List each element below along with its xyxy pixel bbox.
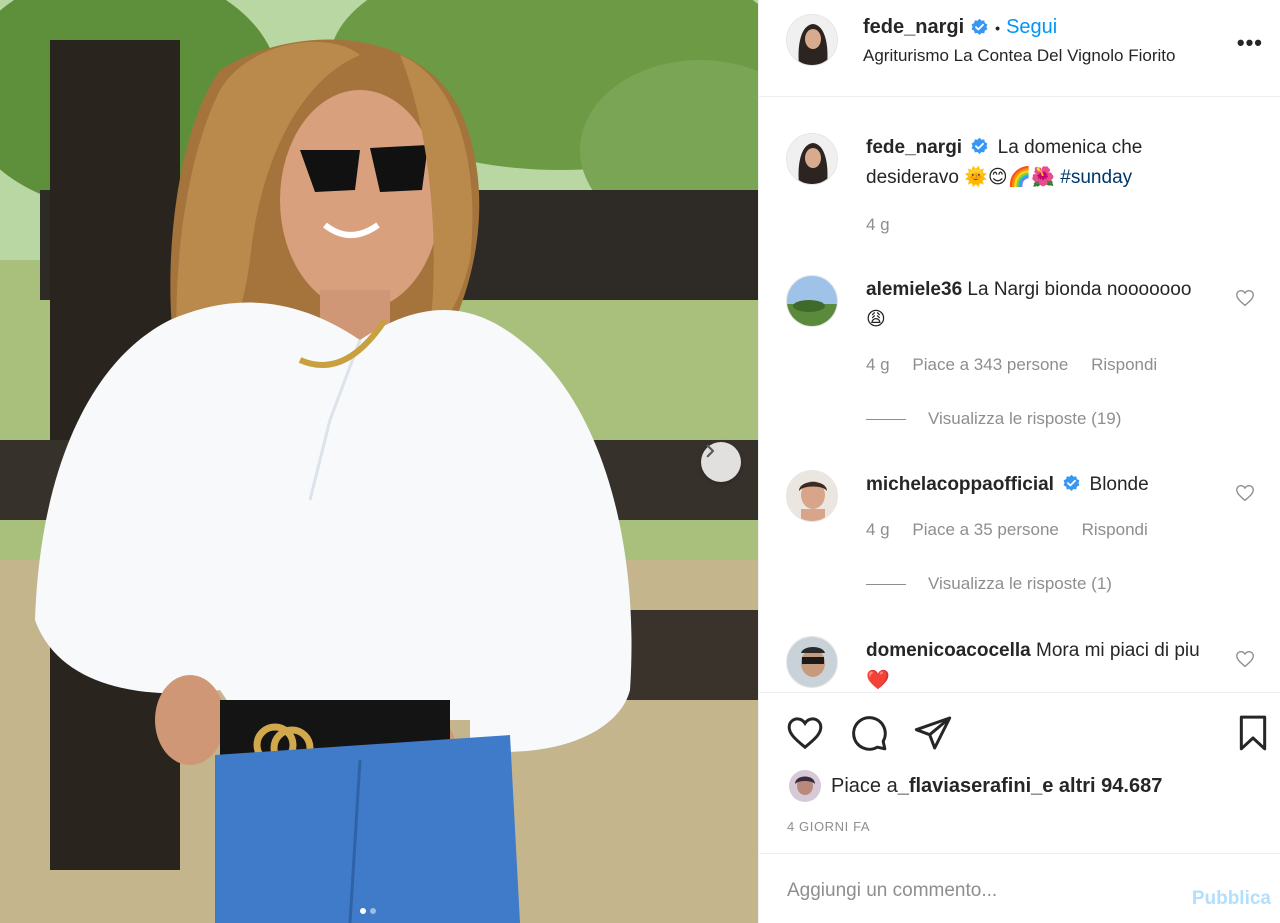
post-header: fede_nargi • Segui Agriturismo La Contea… xyxy=(759,0,1280,97)
caption-username[interactable]: fede_nargi xyxy=(866,137,962,158)
caption-time[interactable]: 4 g xyxy=(866,215,890,234)
comment-text: Blonde xyxy=(1089,474,1149,495)
avatar-image xyxy=(787,471,837,521)
reply-button[interactable]: Rispondi xyxy=(1091,355,1157,374)
more-options-icon[interactable]: ••• xyxy=(1237,30,1263,56)
likes-prefix: Piace a xyxy=(831,774,898,797)
comment-item: michelacoppaofficial Blonde 4 g Piace a … xyxy=(786,470,1256,630)
bookmark-icon[interactable] xyxy=(1233,713,1273,753)
carousel-indicator xyxy=(360,908,376,914)
comments-list[interactable]: fede_nargi La domenica che desideravo 🌞😊… xyxy=(759,98,1280,692)
heart-icon[interactable] xyxy=(785,713,825,753)
separator-dot: • xyxy=(995,19,1001,36)
post-side-panel: fede_nargi • Segui Agriturismo La Contea… xyxy=(758,0,1280,923)
verified-badge-icon xyxy=(971,18,988,35)
comment-likes[interactable]: Piace a 35 persone xyxy=(912,520,1059,539)
post-actions: Piace a _flaviaserafini_ e altri 94.687 … xyxy=(759,692,1280,852)
reply-button[interactable]: Rispondi xyxy=(1082,520,1148,539)
liker-username[interactable]: _flaviaserafini_ xyxy=(898,775,1043,798)
comment-item: alemiele36 La Nargi bionda nooooooo 😩 4 … xyxy=(786,275,1256,435)
avatar-image xyxy=(787,134,837,184)
comment-username[interactable]: domenicoacocella xyxy=(866,640,1031,661)
paper-plane-icon[interactable] xyxy=(913,713,953,753)
avatar-image xyxy=(787,637,837,687)
replies-divider xyxy=(866,418,906,420)
comment-text-block: alemiele36 La Nargi bionda nooooooo 😩 xyxy=(866,275,1216,335)
comment-meta: 4 g Piace a 35 persone Rispondi xyxy=(866,520,1166,540)
likes-summary[interactable]: Piace a _flaviaserafini_ e altri 94.687 xyxy=(789,770,1162,802)
post-date[interactable]: 4 GIORNI FA xyxy=(787,819,870,834)
replies-divider xyxy=(866,583,906,585)
caption-hashtag[interactable]: #sunday xyxy=(1060,167,1132,188)
avatar-image xyxy=(787,276,837,326)
author-username[interactable]: fede_nargi xyxy=(863,16,964,39)
view-replies-button[interactable]: Visualizza le risposte (19) xyxy=(866,409,1121,429)
comment-input[interactable] xyxy=(787,874,1167,908)
comment-like-heart-icon[interactable] xyxy=(1234,482,1256,504)
comment-username[interactable]: alemiele36 xyxy=(866,279,962,300)
view-replies-button[interactable]: Visualizza le risposte (1) xyxy=(866,574,1112,594)
view-replies-label: Visualizza le risposte (19) xyxy=(928,409,1122,428)
comment-time[interactable]: 4 g xyxy=(866,520,890,539)
verified-badge-icon xyxy=(971,137,988,154)
liker-avatar[interactable] xyxy=(789,770,821,802)
likes-others[interactable]: e altri 94.687 xyxy=(1042,775,1162,798)
commenter-avatar[interactable] xyxy=(786,636,838,688)
comment-likes[interactable]: Piace a 343 persone xyxy=(912,355,1068,374)
comment-text-block: domenicoacocella Mora mi piaci di piu❤️ xyxy=(866,636,1216,692)
comment-bubble-icon[interactable] xyxy=(849,713,889,753)
add-comment-bar: Pubblica xyxy=(759,853,1280,923)
caption-author-avatar[interactable] xyxy=(786,133,838,185)
publish-button[interactable]: Pubblica xyxy=(1192,888,1271,910)
comment-time[interactable]: 4 g xyxy=(866,355,890,374)
avatar-image xyxy=(789,770,821,802)
comment-like-heart-icon[interactable] xyxy=(1234,648,1256,670)
caption-text-block: fede_nargi La domenica che desideravo 🌞😊… xyxy=(866,133,1216,193)
comment-text-block: michelacoppaofficial Blonde xyxy=(866,470,1216,500)
post-photo[interactable] xyxy=(0,0,758,923)
comment-like-heart-icon[interactable] xyxy=(1234,287,1256,309)
next-photo-button[interactable] xyxy=(701,442,741,482)
author-avatar[interactable] xyxy=(786,14,838,66)
view-replies-label: Visualizza le risposte (1) xyxy=(928,574,1112,593)
author-line: fede_nargi • Segui xyxy=(863,16,1057,39)
commenter-avatar[interactable] xyxy=(786,275,838,327)
comment-meta: 4 g Piace a 343 persone Rispondi xyxy=(866,355,1175,375)
avatar-image xyxy=(787,15,837,65)
comment-username[interactable]: michelacoppaofficial xyxy=(866,474,1054,495)
caption-meta: 4 g xyxy=(866,215,908,235)
photo-illustration xyxy=(0,0,758,923)
chevron-right-icon xyxy=(706,444,715,458)
carousel-dot-active xyxy=(360,908,366,914)
comment-item: domenicoacocella Mora mi piaci di piu❤️ xyxy=(786,636,1256,692)
verified-badge-icon xyxy=(1063,474,1080,491)
carousel-dot xyxy=(370,908,376,914)
follow-button[interactable]: Segui xyxy=(1006,16,1057,39)
commenter-avatar[interactable] xyxy=(786,470,838,522)
caption: fede_nargi La domenica che desideravo 🌞😊… xyxy=(786,133,1256,253)
post-location[interactable]: Agriturismo La Contea Del Vignolo Fiorit… xyxy=(863,46,1175,66)
